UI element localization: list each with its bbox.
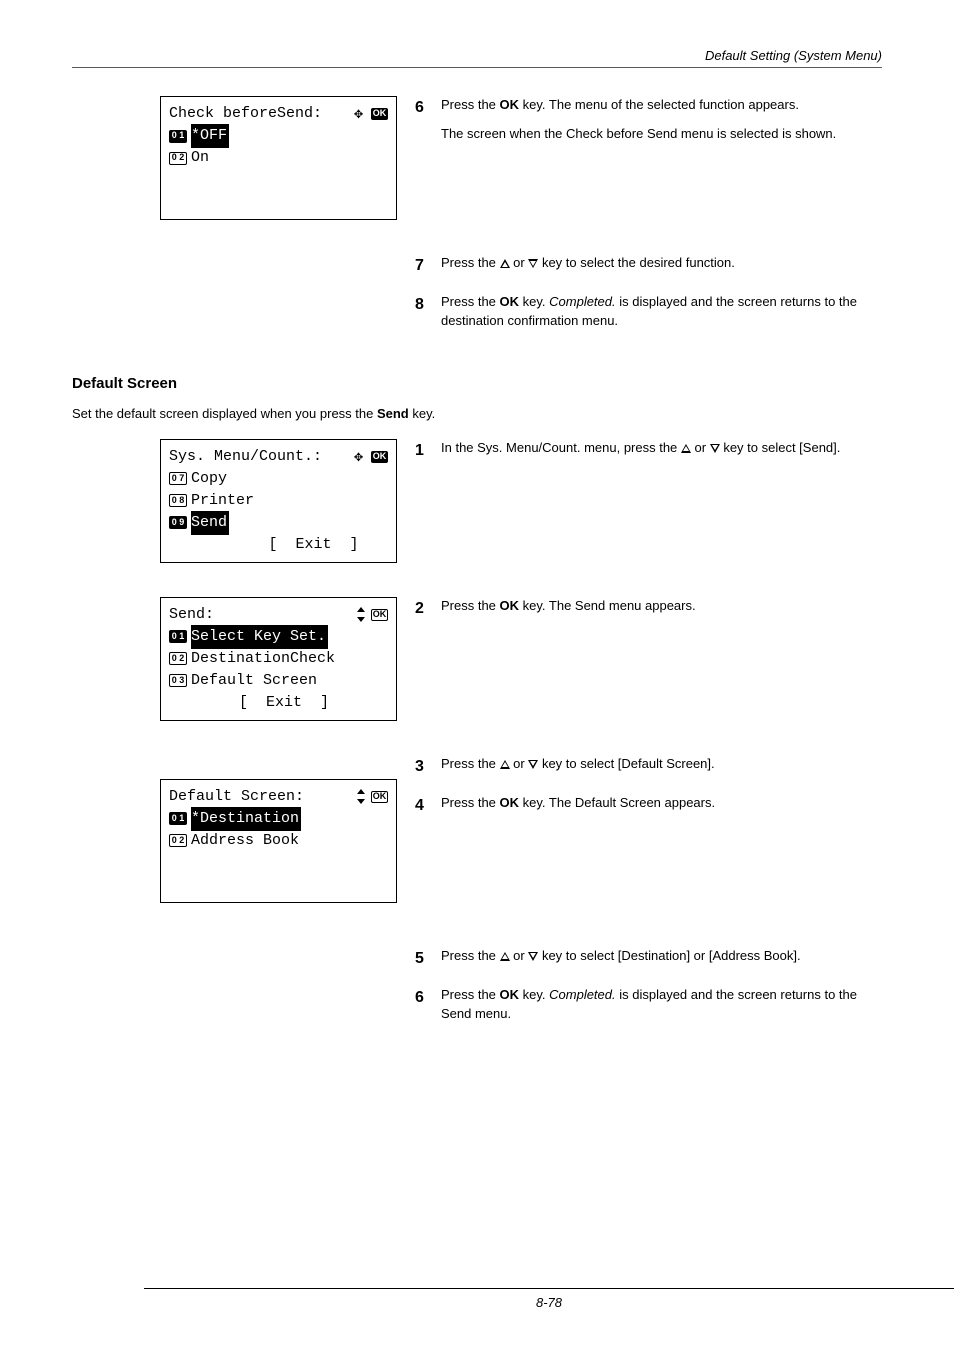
lcd3-opt3-label: Default Screen: [191, 670, 317, 693]
lcd2-opt2-num: 0 8: [169, 494, 187, 507]
lcd3-title: Send:: [169, 604, 214, 627]
lcd2-opt3-num: 0 9: [169, 516, 187, 529]
step-6b: 6 Press the OK key. Completed. is displa…: [415, 986, 882, 1024]
step-4b: 4 Press the OK key. The Default Screen a…: [415, 794, 882, 817]
lcd4-opt1-label: *Destination: [191, 807, 301, 832]
lcd4-opt1-num: 0 1: [169, 812, 187, 825]
lcd1-opt1-label: *OFF: [191, 124, 229, 149]
nav-updown-icon: [356, 790, 368, 804]
step-5b: 5 Press the or key to select [Destinatio…: [415, 947, 882, 970]
header-title: Default Setting (System Menu): [72, 48, 882, 63]
up-arrow-icon: [500, 952, 510, 961]
page-header: Default Setting (System Menu): [72, 48, 882, 68]
lcd-sys-menu: Sys. Menu/Count.: OK 0 7Copy 0 8Printer …: [160, 439, 397, 563]
lcd3-exit: [ Exit ]: [239, 692, 329, 715]
ok-icon: OK: [371, 108, 388, 120]
step-8a: 8 Press the OK key. Completed. is displa…: [415, 293, 882, 331]
section-intro: Set the default screen displayed when yo…: [72, 406, 882, 421]
section-heading: Default Screen: [72, 375, 882, 392]
lcd3-opt1-label: Select Key Set.: [191, 625, 328, 650]
ok-outline-icon: OK: [371, 791, 388, 803]
lcd2-opt1-num: 0 7: [169, 472, 187, 485]
ok-outline-icon: OK: [371, 609, 388, 621]
lcd3-opt1-num: 0 1: [169, 630, 187, 643]
step-1b: 1 In the Sys. Menu/Count. menu, press th…: [415, 439, 882, 462]
up-arrow-icon: [681, 444, 691, 453]
ok-icon: OK: [371, 451, 388, 463]
lcd-check-before-send: Check beforeSend: OK 0 1 *OFF 0 2 On: [160, 96, 397, 220]
down-arrow-icon: [710, 444, 720, 453]
lcd3-opt3-num: 0 3: [169, 674, 187, 687]
nav-updown-icon: [356, 608, 368, 622]
lcd1-opt2-num: 0 2: [169, 152, 187, 165]
lcd1-opt2-label: On: [191, 147, 209, 170]
down-arrow-icon: [528, 952, 538, 961]
step-6a: 6 Press the OK key. The menu of the sele…: [415, 96, 882, 144]
nav-diamond-icon: [354, 107, 368, 121]
lcd2-opt3-label: Send: [191, 511, 229, 536]
up-arrow-icon: [500, 760, 510, 769]
lcd1-opt1-num: 0 1: [169, 130, 187, 143]
lcd2-title: Sys. Menu/Count.:: [169, 446, 322, 469]
lcd4-opt2-num: 0 2: [169, 834, 187, 847]
lcd4-title: Default Screen:: [169, 786, 304, 809]
down-arrow-icon: [528, 760, 538, 769]
lcd1-title: Check beforeSend:: [169, 103, 322, 126]
page-footer: 8-78: [144, 1288, 954, 1310]
down-arrow-icon: [528, 259, 538, 268]
lcd2-opt1-label: Copy: [191, 468, 227, 491]
block-1: Check beforeSend: OK 0 1 *OFF 0 2 On 6 Pre…: [72, 96, 882, 244]
lcd2-exit: [ Exit ]: [268, 534, 358, 557]
up-arrow-icon: [500, 259, 510, 268]
lcd-send: Send: OK 0 1 Select Key Set. 0 2 Destinati…: [160, 597, 397, 721]
lcd-default-screen: Default Screen: OK 0 1 *Destination 0 2 Ad…: [160, 779, 397, 903]
lcd4-opt2-label: Address Book: [191, 830, 299, 853]
nav-diamond-icon: [354, 450, 368, 464]
lcd3-opt2-num: 0 2: [169, 652, 187, 665]
lcd3-opt2-label: DestinationCheck: [191, 648, 335, 671]
step-7a: 7 Press the or key to select the desired…: [415, 254, 882, 277]
step-3b: 3 Press the or key to select [Default Sc…: [415, 755, 882, 778]
lcd2-opt2-label: Printer: [191, 490, 254, 513]
step-2b: 2 Press the OK key. The Send menu appear…: [415, 597, 882, 620]
